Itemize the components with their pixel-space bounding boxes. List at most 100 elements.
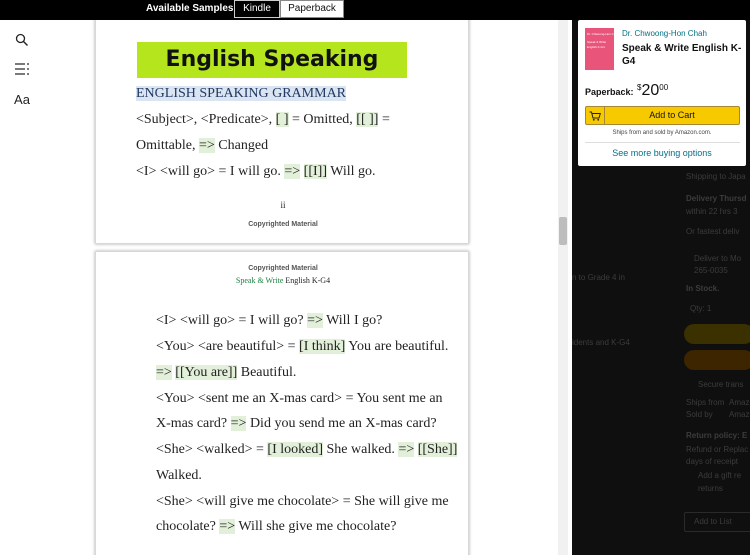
text-span: Will go. <box>326 164 376 179</box>
bg-returns: returns <box>698 484 723 493</box>
bg-refund: Refund or Replac <box>686 445 749 454</box>
book-page: English Speaking ENGLISH SPEAKING GRAMMA… <box>95 20 469 244</box>
bg-delivery: Delivery Thursd <box>686 194 747 203</box>
text-span: She walked. <box>323 442 399 457</box>
add-to-cart-label: Add to Cart <box>649 110 695 120</box>
chapter-banner: English Speaking <box>137 42 407 78</box>
banner-title: English Speaking <box>165 47 379 72</box>
highlight-span: => <box>156 365 172 380</box>
text-line: <I> <will go> = I will go. => [[I]] Will… <box>136 164 376 180</box>
ships-from-note: Ships from and sold by Amazon.com. <box>612 130 712 136</box>
author-link[interactable]: Dr. Chwoong-Hon Chah <box>622 29 707 38</box>
text-span: X-mas card? <box>156 416 231 431</box>
running-head-title: English K-G4 <box>283 276 331 285</box>
bg-in-stock: In Stock. <box>686 284 720 293</box>
text-line: <She> <will give me chocolate> = She wil… <box>156 494 449 510</box>
bg-ships-from-value: Amaz <box>729 398 750 407</box>
bg-qty: Qty: 1 <box>690 304 712 313</box>
text-settings-icon: Aa <box>14 91 30 107</box>
text-settings-button[interactable]: Aa <box>10 89 34 109</box>
samples-bar: Available Samples: Kindle Paperback <box>0 0 750 20</box>
price-cents: 00 <box>659 83 669 92</box>
cover-title-line1: Speak & Write <box>587 40 607 44</box>
book-page: Copyrighted Material Speak & Write Engli… <box>95 251 469 555</box>
highlight-span: => <box>199 138 215 153</box>
bg-students: idents and K-G4 <box>572 338 630 347</box>
text-span: You are beautiful. <box>345 339 449 354</box>
text-line: <I> <will go> = I will go? => Will I go? <box>156 313 382 329</box>
cart-icon <box>586 107 605 124</box>
paperback-sample-button[interactable]: Paperback <box>280 0 344 18</box>
running-head-series: Speak & Write <box>235 276 284 285</box>
highlight-span: [[ ]] <box>356 112 379 127</box>
highlight-span: [[She]] <box>417 442 458 457</box>
bg-return-policy: Return policy: E <box>686 431 748 440</box>
search-button[interactable] <box>10 30 34 50</box>
text-span: Did you send me an X-mas card? <box>246 416 437 431</box>
see-more-buying-options-link[interactable]: See more buying options <box>578 148 746 158</box>
heading-text: ENGLISH SPEAKING GRAMMAR <box>136 86 347 101</box>
text-line: chocolate? => Will she give me chocolate… <box>156 519 396 535</box>
kindle-sample-button[interactable]: Kindle <box>234 0 280 18</box>
add-to-cart-button[interactable]: Add to Cart <box>585 106 740 125</box>
text-line: X-mas card? => Did you send me an X-mas … <box>156 416 437 432</box>
highlight-span: => <box>307 313 323 328</box>
bg-shipping: Shipping to Japa <box>686 172 746 181</box>
product-title: Speak & Write English K-G4 <box>622 43 742 67</box>
text-line: Omittable, => Changed <box>136 138 268 154</box>
text-span: chocolate? <box>156 519 220 534</box>
table-of-contents-button[interactable] <box>10 59 34 79</box>
bg-add-to-list-label: Add to List <box>694 517 732 526</box>
book-reader: English Speaking ENGLISH SPEAKING GRAMMA… <box>48 20 572 555</box>
text-line: <She> <walked> = [I looked] She walked. … <box>156 442 458 458</box>
bg-grade: n to Grade 4 in <box>572 273 625 282</box>
text-span: = <box>378 112 390 127</box>
text-span: Will I go? <box>322 313 383 328</box>
highlight-span: [[You are]] <box>175 365 238 380</box>
scrollbar-thumb[interactable] <box>559 217 567 245</box>
text-span: Will she give me chocolate? <box>235 519 397 534</box>
text-span: <Subject>, <Predicate>, <box>136 112 276 127</box>
text-span: Omittable, <box>136 138 199 153</box>
product-card: Dr. Chwoong-Hon Chah Speak & Write Engli… <box>578 20 746 166</box>
divider <box>585 142 740 143</box>
bg-days: days of receipt <box>686 457 739 466</box>
bg-sold-by-value: Amaz <box>729 410 750 419</box>
text-line: <You> <sent me an X-mas card> = You sent… <box>156 391 443 407</box>
bg-buy-now <box>684 350 750 370</box>
text-span: Changed <box>214 138 269 153</box>
bg-sold-by-label: Sold by <box>686 410 713 419</box>
highlight-span: [I think] <box>299 339 346 354</box>
text-span: <She> <will give me chocolate> = She wil… <box>156 494 449 509</box>
text-span: Beautiful. <box>237 365 297 380</box>
bg-secure: Secure trans <box>698 380 744 389</box>
highlight-span: => <box>219 519 236 534</box>
bg-ships-from-label: Ships from <box>686 398 725 407</box>
text-span: = Omitted, <box>288 112 357 127</box>
format-label: Paperback: <box>585 87 634 97</box>
highlight-span: => <box>398 442 415 457</box>
price-whole: 20 <box>641 82 660 99</box>
available-samples-label: Available Samples: <box>146 3 237 14</box>
text-line: Walked. <box>156 468 202 484</box>
highlight-span: [ ] <box>275 112 289 127</box>
book-cover-thumbnail[interactable]: Dr. Chwoong-Hon Chah Speak & Write Engli… <box>585 28 619 70</box>
search-icon <box>15 33 29 47</box>
reader-toolbar: Aa <box>0 20 48 555</box>
bg-gift: Add a gift re <box>698 471 742 480</box>
copyright-notice: Copyrighted Material <box>248 265 318 272</box>
text-span: <You> <sent me an X-mas card> = You sent… <box>156 391 443 406</box>
highlight-span: => <box>230 416 247 431</box>
text-line: <Subject>, <Predicate>, [ ] = Omitted, [… <box>136 112 390 128</box>
text-span: Walked. <box>156 468 202 483</box>
highlight-span: => <box>284 164 301 179</box>
bg-postal: 265-0035 <box>694 266 728 275</box>
reader-scrollbar[interactable] <box>558 20 568 555</box>
copyright-notice: Copyrighted Material <box>248 221 318 228</box>
text-span: <You> <are beautiful> = <box>156 339 300 354</box>
price-symbol: $ <box>637 83 642 92</box>
cover-title-line2: English K-G4 <box>587 45 605 49</box>
highlight-span: [I looked] <box>267 442 323 457</box>
text-span: <I> <will go> = I will go. <box>136 164 285 179</box>
bg-fastest: Or fastest deliv <box>686 227 740 236</box>
